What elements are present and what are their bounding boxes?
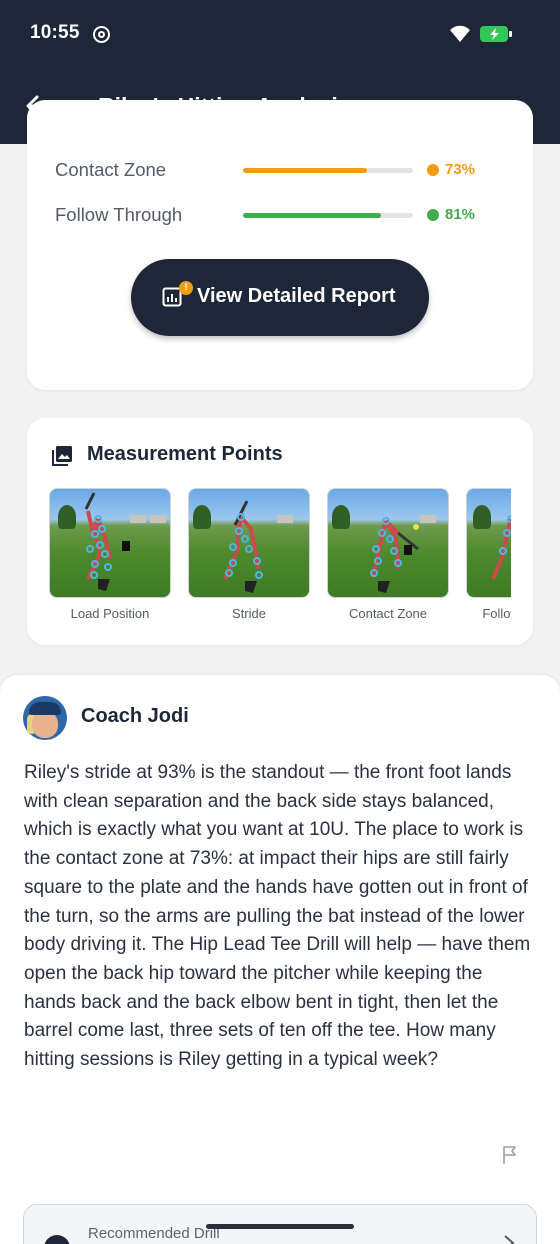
progress-fill — [243, 168, 368, 173]
swing-frame-image — [49, 488, 171, 598]
section-heading: Measurement Points — [87, 443, 283, 465]
metric-contact-zone: Contact Zone 73% — [55, 155, 495, 185]
home-indicator[interactable] — [206, 1224, 354, 1229]
thumbnail-caption: Follow Through — [482, 606, 511, 621]
thumbnail-caption: Contact Zone — [348, 606, 428, 621]
metric-label: Contact Zone — [55, 159, 167, 180]
status-bar: 10:55 — [0, 0, 560, 68]
thumbnail-contact-zone[interactable]: Contact Zone — [327, 488, 449, 621]
view-detailed-report-button[interactable]: ! View Detailed Report — [131, 259, 429, 336]
photo-library-icon — [52, 446, 72, 466]
measurement-points-card: Measurement Points Load Position Stride … — [27, 418, 533, 645]
battery-charging-icon — [480, 26, 512, 42]
thumbnail-stride[interactable]: Stride — [188, 488, 310, 621]
drill-label: Recommended Drill — [88, 1225, 220, 1242]
swing-frame-image — [327, 488, 449, 598]
swing-frame-image — [466, 488, 511, 598]
metric-value: 81% — [445, 206, 476, 223]
swing-frame-image — [188, 488, 310, 598]
focus-ring-icon — [93, 26, 110, 43]
metric-value: 73% — [445, 161, 476, 178]
status-time: 10:55 — [30, 22, 80, 43]
report-button-label: View Detailed Report — [197, 285, 396, 307]
thumbnail-caption: Stride — [232, 606, 266, 621]
coach-message-text: Riley's stride at 93% is the standout — … — [24, 762, 531, 1071]
metric-label: Follow Through — [55, 204, 183, 225]
progress-track — [243, 213, 413, 218]
thumbnail-follow-through[interactable]: Follow Through — [466, 488, 511, 621]
flag-icon[interactable] — [500, 1145, 520, 1165]
score-card: Contact Zone 73% Follow Through 81% ! Vi… — [27, 100, 533, 390]
drill-icon — [44, 1235, 70, 1244]
progress-track — [243, 168, 413, 173]
coach-name: Coach Jodi — [81, 705, 189, 727]
status-dot — [427, 209, 439, 221]
thumbnail-load-position[interactable]: Load Position — [49, 488, 171, 621]
thumbnail-caption: Load Position — [70, 606, 150, 621]
coach-message-card: Coach Jodi Riley's stride at 93% is the … — [0, 675, 560, 1244]
metric-follow-through: Follow Through 81% — [55, 200, 495, 230]
wifi-icon — [450, 25, 470, 42]
chevron-right-icon — [504, 1235, 515, 1244]
status-dot — [427, 164, 439, 176]
thumbnail-strip[interactable]: Load Position Stride Contact Zone Follo — [49, 488, 511, 628]
coach-avatar — [23, 696, 67, 740]
progress-fill — [243, 213, 381, 218]
alert-badge: ! — [179, 281, 193, 295]
